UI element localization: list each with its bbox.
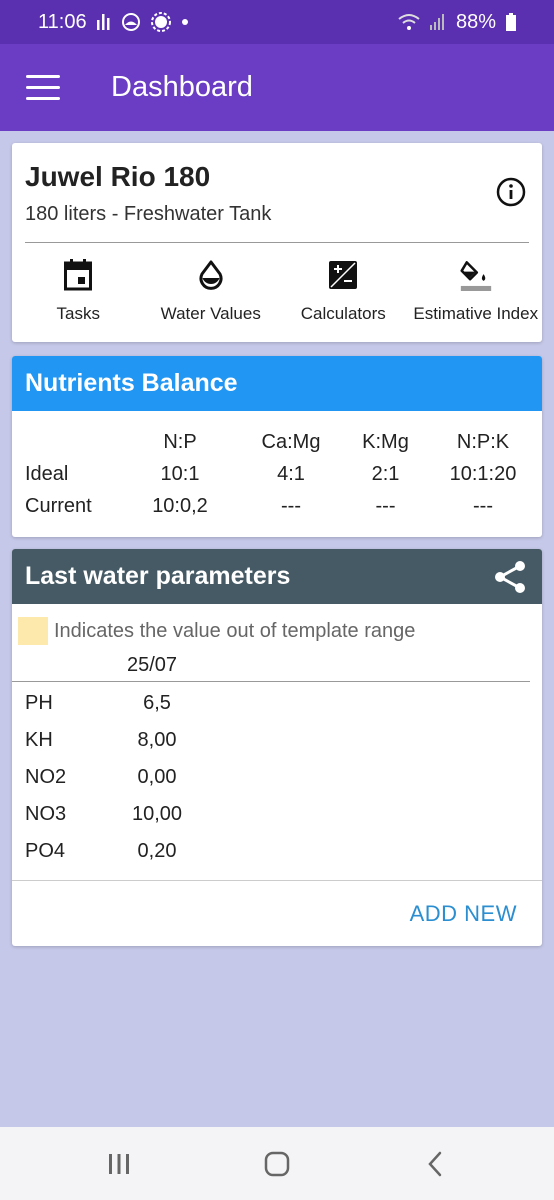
water-parameters-card: Last water parameters Indicates the valu… xyxy=(12,549,542,946)
water-parameters-title: Last water parameters xyxy=(25,562,291,590)
tasks-button[interactable]: Tasks xyxy=(12,256,145,324)
column-header: Ca:Mg xyxy=(261,430,321,453)
table-cell: --- xyxy=(473,494,493,517)
tank-card: Juwel Rio 180 180 liters - Freshwater Ta… xyxy=(12,143,542,342)
water-drop-icon xyxy=(195,256,227,294)
divider xyxy=(12,681,530,682)
water-values-button[interactable]: Water Values xyxy=(145,256,278,324)
tank-actions: Tasks Water Values Calculators Estimativ… xyxy=(12,256,542,324)
tank-subtitle: 180 liters - Freshwater Tank xyxy=(25,203,272,225)
nutrients-header-row: N:P Ca:Mg K:Mg N:P:K xyxy=(12,426,542,458)
notification-dot-icon xyxy=(181,18,189,26)
calculator-icon xyxy=(327,256,359,294)
out-of-range-legend: Indicates the value out of template rang… xyxy=(18,617,415,645)
divider xyxy=(12,880,542,881)
nutrients-row-ideal: Ideal 10:1 4:1 2:1 10:1:20 xyxy=(12,458,542,490)
column-header: K:Mg xyxy=(362,430,409,453)
row-label: Ideal xyxy=(25,462,69,485)
cell-signal-icon xyxy=(429,14,446,30)
battery-icon xyxy=(506,13,516,31)
parameter-name: NO2 xyxy=(25,766,67,788)
nutrients-balance-header: Nutrients Balance xyxy=(12,356,542,411)
parameter-value: 8,00 xyxy=(137,729,177,751)
parameter-value: 0,00 xyxy=(137,766,177,788)
legend-swatch xyxy=(18,617,48,645)
info-icon[interactable] xyxy=(496,177,526,207)
battery-percent: 88% xyxy=(455,10,496,33)
parameter-name: NO3 xyxy=(25,803,67,825)
table-cell: 10:1:20 xyxy=(449,462,517,485)
tank-name: Juwel Rio 180 xyxy=(25,161,211,192)
back-icon[interactable] xyxy=(415,1144,455,1184)
column-header: N:P:K xyxy=(456,430,510,453)
parameter-value: 0,20 xyxy=(137,840,177,862)
nutrients-table: N:P Ca:Mg K:Mg N:P:K Ideal 10:1 4:1 2:1 … xyxy=(12,426,542,522)
paint-bucket-icon xyxy=(460,256,492,294)
settings-gear-icon xyxy=(150,12,171,32)
table-cell: 2:1 xyxy=(371,462,400,485)
parameter-name: PO4 xyxy=(25,840,66,862)
table-cell: --- xyxy=(281,494,301,517)
date-column-header: 25/07 xyxy=(127,654,178,676)
estimative-index-button[interactable]: Estimative Index xyxy=(410,256,543,324)
parameter-row-po4: PO4 0,20 xyxy=(12,833,542,870)
add-new-button[interactable]: ADD NEW xyxy=(410,901,517,927)
weather-icon xyxy=(121,12,141,32)
water-parameters-header: Last water parameters xyxy=(12,549,542,604)
status-time: 11:06 xyxy=(38,10,87,33)
row-label: Current xyxy=(25,494,92,517)
parameters-list: PH 6,5 KH 8,00 NO2 0,00 NO3 10,00 PO4 0,… xyxy=(12,685,542,870)
parameter-value: 10,00 xyxy=(131,803,183,825)
page-title: Dashboard xyxy=(111,71,253,103)
parameter-name: PH xyxy=(25,692,53,714)
share-icon[interactable] xyxy=(493,560,527,594)
system-nav-bar xyxy=(0,1127,554,1200)
parameter-row-no2: NO2 0,00 xyxy=(12,759,542,796)
table-cell: --- xyxy=(375,494,396,517)
column-header: N:P xyxy=(163,430,197,453)
signal-bars-icon xyxy=(96,14,111,30)
parameter-name: KH xyxy=(25,729,53,751)
hamburger-menu-icon[interactable] xyxy=(26,75,60,101)
table-cell: 4:1 xyxy=(277,462,305,485)
status-bar: 11:06 88% xyxy=(0,0,554,44)
recent-apps-icon[interactable] xyxy=(99,1144,139,1184)
parameter-value: 6,5 xyxy=(143,692,171,714)
nutrients-balance-card: Nutrients Balance N:P Ca:Mg K:Mg N:P:K I… xyxy=(12,356,542,537)
parameter-row-no3: NO3 10,00 xyxy=(12,796,542,833)
calculators-button[interactable]: Calculators xyxy=(277,256,410,324)
parameter-row-kh: KH 8,00 xyxy=(12,722,542,759)
table-cell: 10:1 xyxy=(160,462,200,485)
nutrients-row-current: Current 10:0,2 --- --- --- xyxy=(12,490,542,522)
legend-text: Indicates the value out of template rang… xyxy=(54,619,416,642)
calendar-icon xyxy=(62,256,94,294)
divider xyxy=(25,242,529,243)
app-bar: Dashboard xyxy=(0,44,554,131)
table-cell: 10:0,2 xyxy=(152,494,208,517)
wifi-icon xyxy=(398,13,420,31)
home-icon[interactable] xyxy=(257,1144,297,1184)
parameter-row-ph: PH 6,5 xyxy=(12,685,542,722)
